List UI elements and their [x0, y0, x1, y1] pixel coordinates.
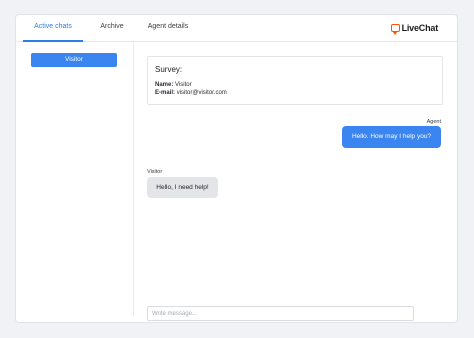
- survey-title: Survey:: [155, 65, 183, 74]
- survey-name-label: Name:: [155, 82, 174, 88]
- survey-card: Survey: Name: Visitor E-mail: visitor@vi…: [147, 56, 443, 105]
- chat-panel: Survey: Name: Visitor E-mail: visitor@vi…: [133, 42, 457, 322]
- visitor-message-bubble: Hello, I need help!: [147, 177, 218, 198]
- agent-message-bubble: Hello. How may I help you?: [342, 126, 441, 148]
- sidebar: Visitor: [16, 42, 134, 316]
- tab-agent-details[interactable]: Agent details: [146, 15, 190, 42]
- tab-active-chats[interactable]: Active chats: [23, 15, 83, 42]
- survey-email-row: E-mail: visitor@visitor.com: [155, 90, 227, 96]
- livechat-window: Active chats Archive Agent details LiveC…: [15, 14, 458, 323]
- visitor-button[interactable]: Visitor: [31, 53, 117, 67]
- message-input[interactable]: [147, 306, 414, 321]
- livechat-logo: LiveChat: [390, 21, 439, 35]
- tab-archive[interactable]: Archive: [97, 15, 127, 42]
- agent-author-label: Agent: [426, 119, 441, 125]
- top-navigation: Active chats Archive Agent details LiveC…: [16, 15, 457, 42]
- chat-bubble-icon: [390, 24, 400, 35]
- survey-email-label: E-mail:: [155, 90, 176, 96]
- survey-name-row: Name: Visitor: [155, 82, 192, 88]
- logo-text: LiveChat: [401, 23, 439, 33]
- visitor-author-label: Visitor: [147, 169, 163, 175]
- survey-email-value: visitor@visitor.com: [176, 90, 227, 96]
- survey-name-value: Visitor: [175, 82, 192, 88]
